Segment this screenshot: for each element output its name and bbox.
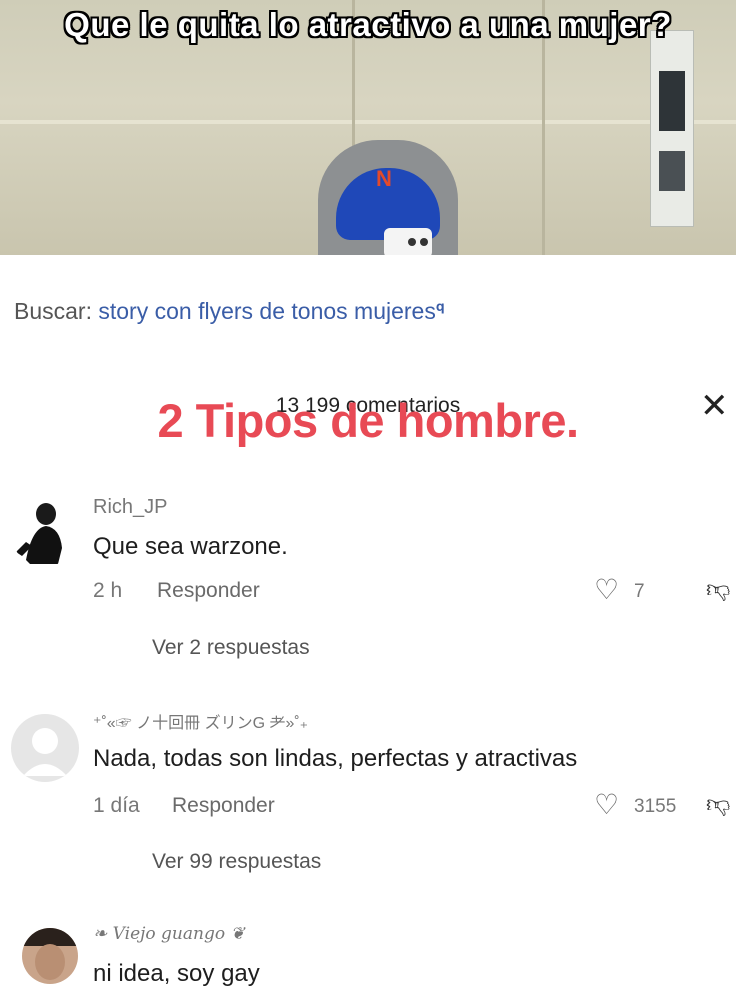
video-frame[interactable]: N Que le quita lo atractivo a una mujer? — [0, 0, 736, 255]
search-label: Buscar: — [14, 298, 92, 324]
video-caption: Que le quita lo atractivo a una mujer? — [64, 6, 672, 43]
comment-username[interactable]: Rich_JP — [93, 496, 167, 519]
reply-button[interactable]: Responder — [157, 579, 260, 603]
dislike-icon[interactable]: 👎︎ — [706, 576, 730, 604]
close-icon[interactable]: ✕ — [700, 386, 729, 426]
comment-username-text: Viejo guango — [112, 924, 226, 944]
comment-text: ni idea, soy gay — [93, 960, 260, 987]
search-query[interactable]: story con flyers de tonos mujeres — [98, 298, 435, 324]
heart-icon[interactable]: ♡ — [594, 788, 619, 821]
reply-button[interactable]: Responder — [172, 794, 275, 818]
comment-text: Nada, todas son lindas, perfectas y atra… — [93, 745, 578, 772]
search-suggestion[interactable]: Buscar: story con flyers de tonos mujere… — [14, 298, 445, 325]
view-replies-link[interactable]: Ver 2 respuestas — [152, 636, 310, 660]
search-icon: 𝐪 — [435, 298, 445, 314]
flourish-icon: ❧ — [93, 924, 108, 944]
avatar[interactable] — [11, 714, 79, 782]
camera-lens-icon — [408, 238, 416, 246]
like-count: 3155 — [634, 796, 677, 817]
wall-background — [0, 120, 736, 124]
avatar[interactable] — [22, 928, 78, 984]
comment-text: Que sea warzone. — [93, 533, 288, 560]
cap-logo-icon: N — [376, 166, 392, 191]
camera-lens-icon — [420, 238, 428, 246]
heart-icon[interactable]: ♡ — [594, 573, 619, 606]
avatar[interactable] — [12, 498, 74, 568]
comment-time: 2 h — [93, 579, 123, 602]
overlay-caption: 2 Tipos de hombre. — [157, 394, 579, 447]
comment-username[interactable]: ⁺˚«☞ ノ十回冊 ズリンG ⺹»˚₊ — [93, 709, 308, 733]
view-replies-link[interactable]: Ver 99 respuestas — [152, 850, 321, 874]
flourish-icon: ❦ — [230, 924, 245, 944]
dislike-icon[interactable]: 👎︎ — [706, 791, 730, 819]
wall-poster — [650, 30, 694, 227]
comment-time: 1 día — [93, 794, 140, 817]
like-count: 7 — [634, 581, 645, 602]
comment-username[interactable]: ❧ Viejo guango ❦ — [93, 924, 245, 944]
